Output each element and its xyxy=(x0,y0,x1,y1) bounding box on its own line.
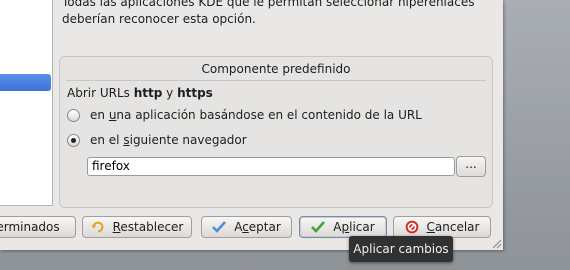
reset-button-label: Restablecer xyxy=(112,220,184,234)
http-label: http xyxy=(133,86,163,100)
category-list[interactable] xyxy=(0,0,53,206)
apply-button-label: Aplicar xyxy=(333,220,375,234)
option-content-based-label: en una aplicación basándose en el conten… xyxy=(90,108,422,122)
defaults-button[interactable]: erminados xyxy=(0,216,76,238)
browse-button[interactable]: ... xyxy=(456,156,486,177)
checkmark-green-icon xyxy=(311,220,326,234)
reset-button[interactable]: Restablecer xyxy=(82,216,192,238)
cancel-button[interactable]: Cancelar xyxy=(393,216,491,238)
open-urls-label: Abrir URLs http y https xyxy=(67,86,213,100)
browser-input[interactable] xyxy=(87,157,455,176)
group-title: Componente predefinido xyxy=(201,62,351,76)
category-list-selected-item[interactable] xyxy=(0,74,51,91)
cancel-icon xyxy=(405,220,419,234)
and-label: y xyxy=(162,86,178,100)
intro-line-2: deberían reconocer esta opción. xyxy=(62,12,256,26)
undo-icon xyxy=(91,220,105,234)
option-specific-browser[interactable]: en el siguiente navegador xyxy=(67,133,247,147)
https-label: https xyxy=(177,86,213,100)
apply-tooltip: Aplicar cambios xyxy=(349,236,453,262)
intro-line-1: Todas las aplicaciones KDE que le permit… xyxy=(62,0,475,9)
default-component-group: Componente predefinido Abrir URLs http y… xyxy=(59,56,493,208)
defaults-button-label: erminados xyxy=(0,220,60,234)
checkmark-blue-icon xyxy=(212,220,227,234)
option-content-based[interactable]: en una aplicación basándose en el conten… xyxy=(67,108,422,122)
option-specific-browser-label: en el siguiente navegador xyxy=(90,133,247,147)
radio-specific-browser[interactable] xyxy=(67,133,80,147)
settings-dialog: Todas las aplicaciones KDE que le permit… xyxy=(0,0,503,250)
intro-text: Todas las aplicaciones KDE que le permit… xyxy=(62,0,502,28)
cancel-button-label: Cancelar xyxy=(426,220,480,234)
open-urls-prefix: Abrir URLs xyxy=(67,86,134,100)
resize-grip-icon[interactable] xyxy=(490,237,502,249)
radio-content-based[interactable] xyxy=(67,108,80,122)
ok-button-label: Aceptar xyxy=(234,220,281,234)
ok-button[interactable]: Aceptar xyxy=(201,216,292,238)
group-divider xyxy=(66,80,486,81)
apply-button[interactable]: Aplicar xyxy=(299,216,387,238)
